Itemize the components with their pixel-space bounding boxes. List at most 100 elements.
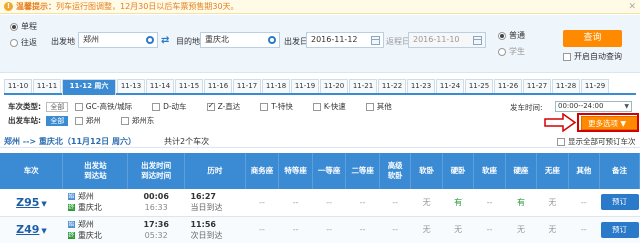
date-tab[interactable]: 11-21 xyxy=(349,79,377,93)
show-all-checkbox[interactable] xyxy=(557,138,565,146)
swap-icon[interactable]: ⇄ xyxy=(161,35,171,47)
seat-availability: -- xyxy=(379,216,411,243)
to-station: 终重庆北 xyxy=(63,202,128,213)
date-tab[interactable]: 11-26 xyxy=(494,79,522,93)
normal-radio[interactable] xyxy=(498,31,506,40)
book-button[interactable]: 预订 xyxy=(600,221,639,238)
auto-query-toggle[interactable]: 开启自动查询 xyxy=(563,51,622,62)
auto-query-label: 开启自动查询 xyxy=(574,52,622,61)
train-type-checkbox[interactable] xyxy=(74,103,83,111)
student-radio[interactable] xyxy=(498,47,506,56)
from-field[interactable]: 郑州 xyxy=(78,32,158,48)
oneway-radio[interactable] xyxy=(10,22,18,31)
train-type-all[interactable]: 全部 xyxy=(46,102,69,112)
date-tab[interactable]: 11-14 xyxy=(146,79,174,93)
seat-availability: -- xyxy=(278,189,313,217)
to-field[interactable]: 重庆北 xyxy=(200,32,280,48)
train-cell: Z49 ▼ xyxy=(0,216,63,243)
time-select[interactable]: 00:00--24:00 xyxy=(555,101,632,112)
station-row: 出发车站: 全部 郑州 郑州东 xyxy=(8,115,174,126)
train-type-label: K-快速 xyxy=(323,102,346,111)
depart-date-value: 2016-11-12 xyxy=(311,35,358,44)
column-header: 软卧 xyxy=(410,153,443,189)
seat-availability: -- xyxy=(345,216,380,243)
date-tab[interactable]: 11-12 周六 xyxy=(62,79,116,95)
train-type-checkbox[interactable] xyxy=(260,103,269,111)
action-cell: 预订 xyxy=(599,189,640,217)
date-tab[interactable]: 11-29 xyxy=(581,79,609,93)
train-type-checkbox[interactable] xyxy=(312,103,321,111)
seat-availability: -- xyxy=(312,216,346,243)
train-type-option[interactable]: GC-高铁/城际 xyxy=(74,102,132,111)
station-all[interactable]: 全部 xyxy=(46,116,69,126)
calendar-icon[interactable] xyxy=(473,36,482,45)
notice-label: 温馨提示： xyxy=(16,2,56,11)
date-tab[interactable]: 11-16 xyxy=(204,79,232,93)
chevron-down-icon[interactable]: ▼ xyxy=(41,227,46,235)
result-count: 共计2个车次 xyxy=(164,137,210,146)
chevron-down-icon[interactable]: ▼ xyxy=(41,200,46,208)
date-tab[interactable]: 11-25 xyxy=(465,79,493,93)
depart-date-field[interactable]: 2016-11-12 xyxy=(306,32,384,48)
train-type-label: D-动车 xyxy=(163,102,187,111)
return-label: 往返 xyxy=(21,38,37,47)
station-checkbox[interactable] xyxy=(74,117,83,125)
train-type-checkbox[interactable] xyxy=(152,103,161,111)
date-tab[interactable]: 11-11 xyxy=(33,79,61,93)
date-tab[interactable]: 11-24 xyxy=(436,79,464,93)
seat-availability: 无 xyxy=(442,216,474,243)
station-option[interactable]: 郑州 xyxy=(74,116,101,125)
date-tabs: 11-10 11-11 11-12 周六 11-13 11-14 11-15 11-16 11… xyxy=(4,79,636,95)
trip-type-oneway[interactable]: 单程 xyxy=(10,21,37,32)
seat-availability: -- xyxy=(245,216,279,243)
start-badge-icon: 始 xyxy=(67,193,75,201)
passenger-student[interactable]: 学生 xyxy=(498,46,525,57)
date-tab[interactable]: 11-18 xyxy=(262,79,290,93)
seat-availability: -- xyxy=(473,189,506,217)
to-station-name: 重庆北 xyxy=(77,203,102,213)
start-badge-icon: 始 xyxy=(67,220,75,228)
return-radio[interactable] xyxy=(10,38,18,47)
station-cell: 始郑州终重庆北 xyxy=(62,216,128,243)
column-header: 无座 xyxy=(536,153,569,189)
train-type-option[interactable]: K-快速 xyxy=(312,102,346,111)
calendar-icon[interactable] xyxy=(371,36,380,45)
date-tab[interactable]: 11-15 xyxy=(175,79,203,93)
end-badge-icon: 终 xyxy=(67,204,75,212)
train-type-checkbox[interactable] xyxy=(206,101,215,111)
column-header: 出发时间 到达时间 xyxy=(127,153,185,189)
highlight-box xyxy=(577,113,639,132)
auto-query-checkbox[interactable] xyxy=(563,52,571,61)
train-type-option[interactable]: D-动车 xyxy=(152,102,187,111)
station-option[interactable]: 郑州东 xyxy=(120,116,155,125)
train-type-option[interactable]: 其他 xyxy=(365,102,392,111)
date-tab[interactable]: 11-23 xyxy=(407,79,435,93)
show-all-toggle[interactable]: 显示全部可预订车次 xyxy=(557,136,636,147)
train-number-link[interactable]: Z95 xyxy=(16,196,39,209)
date-tab[interactable]: 11-22 xyxy=(378,79,406,93)
train-type-checkbox[interactable] xyxy=(365,103,374,111)
from-station-name: 郑州 xyxy=(77,219,94,229)
column-header: 车次 xyxy=(0,153,64,189)
book-button[interactable]: 预订 xyxy=(600,194,639,211)
from-station-name: 郑州 xyxy=(77,192,94,202)
date-tab[interactable]: 11-20 xyxy=(320,79,348,93)
date-tab[interactable]: 11-17 xyxy=(233,79,261,93)
date-tab[interactable]: 11-28 xyxy=(552,79,580,93)
train-type-option[interactable]: Z-直达 xyxy=(206,101,240,111)
date-tab[interactable]: 11-19 xyxy=(291,79,319,93)
seat-availability: 无 xyxy=(536,216,569,243)
date-tab[interactable]: 11-13 xyxy=(117,79,145,93)
date-tab[interactable]: 11-10 xyxy=(4,79,32,93)
station-label: 郑州东 xyxy=(131,116,155,125)
close-icon[interactable]: ✕ xyxy=(628,2,636,12)
station-checkbox[interactable] xyxy=(120,117,129,125)
train-number-link[interactable]: Z49 xyxy=(16,223,39,236)
trip-type-return[interactable]: 往返 xyxy=(10,37,37,48)
return-date-value: 2016-11-10 xyxy=(413,35,460,44)
train-type-option[interactable]: T-特快 xyxy=(260,102,293,111)
passenger-normal[interactable]: 普通 xyxy=(498,30,525,41)
return-date-field[interactable]: 2016-11-10 xyxy=(408,32,486,48)
date-tab[interactable]: 11-27 xyxy=(523,79,551,93)
query-button[interactable]: 查询 xyxy=(563,30,622,47)
